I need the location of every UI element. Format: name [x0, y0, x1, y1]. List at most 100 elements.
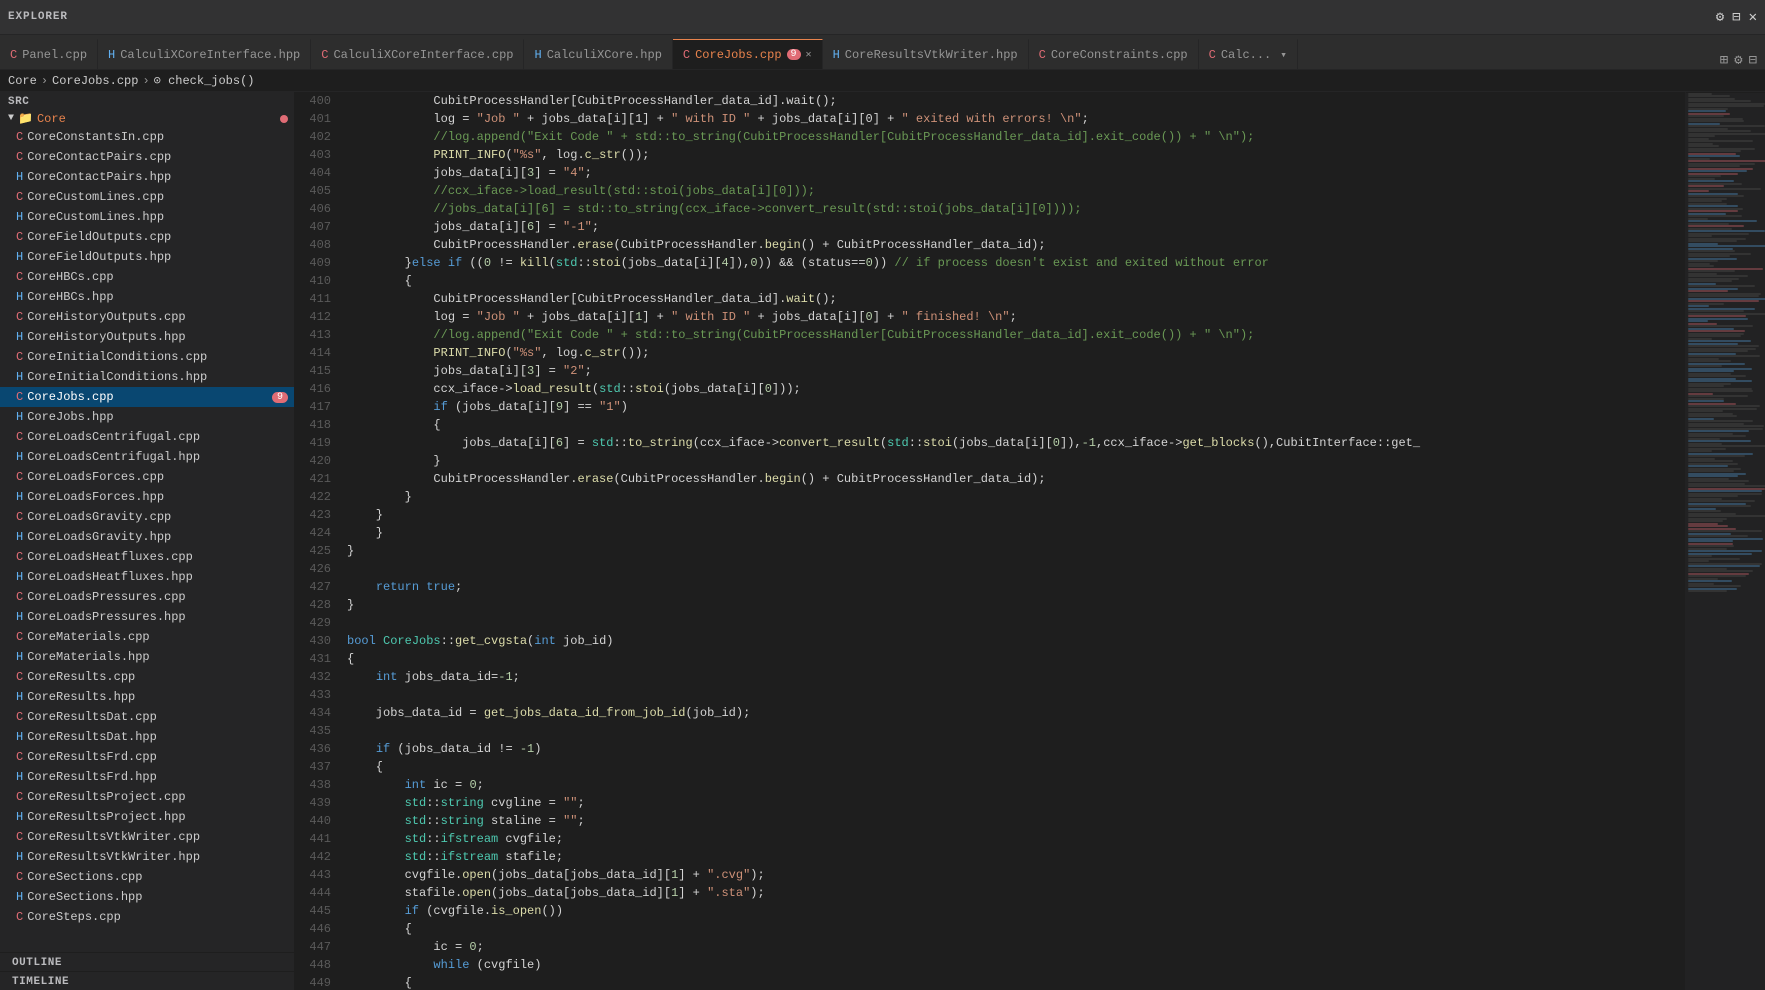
minimap-line: [1688, 115, 1724, 117]
line-number-406: 406: [303, 200, 331, 218]
sidebar-item-constants[interactable]: C CoreConstantsIn.cpp: [0, 127, 294, 147]
tab-calc-ellipsis[interactable]: C Calc... ▾: [1199, 39, 1298, 69]
sidebar-item-initial-conditions-hpp[interactable]: H CoreInitialConditions.hpp: [0, 367, 294, 387]
sidebar-item-core-jobs-hpp[interactable]: H CoreJobs.hpp: [0, 407, 294, 427]
sidebar-item-results-dat-hpp[interactable]: H CoreResultsDat.hpp: [0, 727, 294, 747]
minimap-line: [1688, 370, 1734, 372]
more-tabs-icon[interactable]: ▾: [1280, 48, 1287, 62]
sidebar-item-contact-pairs-cpp[interactable]: C CoreContactPairs.cpp: [0, 147, 294, 167]
minimap-line: [1688, 570, 1753, 572]
tab-close-icon[interactable]: ✕: [806, 49, 812, 61]
sidebar-item-results-cpp[interactable]: C CoreResults.cpp: [0, 667, 294, 687]
line-number-416: 416: [303, 380, 331, 398]
sidebar-item-field-outputs-cpp[interactable]: C CoreFieldOutputs.cpp: [0, 227, 294, 247]
sidebar-item-initial-conditions-cpp[interactable]: C CoreInitialConditions.cpp: [0, 347, 294, 367]
sidebar-item-loads-gravity-cpp[interactable]: C CoreLoadsGravity.cpp: [0, 507, 294, 527]
sidebar-item-loads-forces-hpp[interactable]: H CoreLoadsForces.hpp: [0, 487, 294, 507]
minimap-line: [1688, 95, 1730, 97]
close-icon[interactable]: ✕: [1749, 9, 1757, 26]
split-editor-icon[interactable]: ⊞: [1720, 52, 1728, 69]
sidebar-item-loads-heatfluxes-hpp[interactable]: H CoreLoadsHeatfluxes.hpp: [0, 567, 294, 587]
sidebar-item-custom-lines-cpp[interactable]: C CoreCustomLines.cpp: [0, 187, 294, 207]
sidebar-item-results-dat-cpp[interactable]: C CoreResultsDat.cpp: [0, 707, 294, 727]
tab-calculix-core-interface-cpp[interactable]: C CalculiXCoreInterface.cpp: [311, 39, 524, 69]
sidebar-item-results-frd-hpp[interactable]: H CoreResultsFrd.hpp: [0, 767, 294, 787]
sidebar-item-materials-cpp[interactable]: C CoreMaterials.cpp: [0, 627, 294, 647]
breadcrumb-function[interactable]: ⊙ check_jobs(): [154, 73, 255, 88]
tab-core-jobs-cpp[interactable]: C CoreJobs.cpp 9 ✕: [673, 39, 823, 69]
breadcrumb-core[interactable]: Core: [8, 74, 37, 88]
minimap-line: [1688, 510, 1721, 512]
file-name: CoreMaterials.hpp: [27, 650, 149, 664]
line-number-439: 439: [303, 794, 331, 812]
minimap-line: [1688, 335, 1741, 337]
minimap-line: [1688, 475, 1738, 477]
minimap-line: [1688, 540, 1733, 542]
tab-core-constraints-cpp[interactable]: C CoreConstraints.cpp: [1029, 39, 1199, 69]
sidebar-item-sections-cpp[interactable]: C CoreSections.cpp: [0, 867, 294, 887]
file-name: CoreResultsProject.hpp: [27, 810, 185, 824]
sidebar-item-loads-pressures-hpp[interactable]: H CoreLoadsPressures.hpp: [0, 607, 294, 627]
sidebar-item-loads-forces-cpp[interactable]: C CoreLoadsForces.cpp: [0, 467, 294, 487]
sidebar-item-loads-gravity-hpp[interactable]: H CoreLoadsGravity.hpp: [0, 527, 294, 547]
sidebar-item-results-project-cpp[interactable]: C CoreResultsProject.cpp: [0, 787, 294, 807]
minimap[interactable]: [1685, 92, 1765, 990]
cpp-icon: C: [16, 630, 23, 644]
minimap-line: [1688, 410, 1723, 412]
tab-label: CalculiXCoreInterface.cpp: [333, 48, 513, 62]
sidebar-item-loads-pressures-cpp[interactable]: C CoreLoadsPressures.cpp: [0, 587, 294, 607]
code-line-437: {: [343, 758, 1685, 776]
minimap-line: [1688, 440, 1751, 442]
sidebar-item-history-outputs-hpp[interactable]: H CoreHistoryOutputs.hpp: [0, 327, 294, 347]
tab-calculix-core-hpp[interactable]: H CalculiXCore.hpp: [524, 39, 672, 69]
sidebar-item-materials-hpp[interactable]: H CoreMaterials.hpp: [0, 647, 294, 667]
tab-panel-cpp[interactable]: C Panel.cpp: [0, 39, 98, 69]
settings-icon[interactable]: ⚙: [1716, 9, 1724, 26]
minimap-line: [1688, 455, 1745, 457]
sidebar-item-custom-lines-hpp[interactable]: H CoreCustomLines.hpp: [0, 207, 294, 227]
breadcrumb-file[interactable]: CoreJobs.cpp: [52, 74, 138, 88]
core-folder[interactable]: ▼ 📁 Core: [0, 110, 294, 127]
minimap-line: [1688, 560, 1709, 562]
sidebar-item-results-project-hpp[interactable]: H CoreResultsProject.hpp: [0, 807, 294, 827]
tab-icon-hpp: H: [108, 48, 115, 62]
sidebar-item-history-outputs-cpp[interactable]: C CoreHistoryOutputs.cpp: [0, 307, 294, 327]
cpp-icon: C: [16, 390, 23, 404]
sidebar-item-results-vtk-writer-hpp[interactable]: H CoreResultsVtkWriter.hpp: [0, 847, 294, 867]
layout-icon[interactable]: ⊟: [1732, 9, 1740, 26]
line-number-422: 422: [303, 488, 331, 506]
code-line-420: }: [343, 452, 1685, 470]
minimap-line: [1688, 275, 1748, 277]
tab-calculix-core-interface-hpp[interactable]: H CalculiXCoreInterface.hpp: [98, 39, 311, 69]
minimap-line: [1688, 170, 1747, 172]
line-number-429: 429: [303, 614, 331, 632]
sidebar-item-hbcs-hpp[interactable]: H CoreHBCs.hpp: [0, 287, 294, 307]
sidebar-item-field-outputs-hpp[interactable]: H CoreFieldOutputs.hpp: [0, 247, 294, 267]
sidebar-item-steps-cpp[interactable]: C CoreSteps.cpp: [0, 907, 294, 927]
sidebar-item-results-vtk-writer-cpp[interactable]: C CoreResultsVtkWriter.cpp: [0, 827, 294, 847]
settings-icon2[interactable]: ⚙: [1734, 52, 1742, 69]
code-line-433: [343, 686, 1685, 704]
line-number-402: 402: [303, 128, 331, 146]
layout-icon2[interactable]: ⊟: [1749, 52, 1757, 69]
minimap-line: [1688, 500, 1755, 502]
sidebar-item-loads-centrifugal-hpp[interactable]: H CoreLoadsCentrifugal.hpp: [0, 447, 294, 467]
file-name: CoreResults.hpp: [27, 690, 135, 704]
code-line-422: }: [343, 488, 1685, 506]
file-name: CoreResultsFrd.hpp: [27, 770, 157, 784]
code-container[interactable]: 4004014024034044054064074084094104114124…: [295, 92, 1685, 990]
sidebar-item-results-frd-cpp[interactable]: C CoreResultsFrd.cpp: [0, 747, 294, 767]
tab-core-results-vtk-writer-hpp[interactable]: H CoreResultsVtkWriter.hpp: [823, 39, 1029, 69]
sidebar-item-contact-pairs-hpp[interactable]: H CoreContactPairs.hpp: [0, 167, 294, 187]
sidebar-item-results-hpp[interactable]: H CoreResults.hpp: [0, 687, 294, 707]
line-numbers: 4004014024034044054064074084094104114124…: [295, 92, 343, 990]
tab-label: CalculiXCoreInterface.hpp: [120, 48, 300, 62]
cpp-icon: C: [16, 130, 23, 144]
sidebar-item-loads-heatfluxes-cpp[interactable]: C CoreLoadsHeatfluxes.cpp: [0, 547, 294, 567]
sidebar-item-loads-centrifugal-cpp[interactable]: C CoreLoadsCentrifugal.cpp: [0, 427, 294, 447]
sidebar-item-core-jobs-cpp[interactable]: C CoreJobs.cpp 9: [0, 387, 294, 407]
line-number-421: 421: [303, 470, 331, 488]
minimap-line: [1688, 485, 1765, 487]
sidebar-item-sections-hpp[interactable]: H CoreSections.hpp: [0, 887, 294, 907]
sidebar-item-hbcs-cpp[interactable]: C CoreHBCs.cpp: [0, 267, 294, 287]
